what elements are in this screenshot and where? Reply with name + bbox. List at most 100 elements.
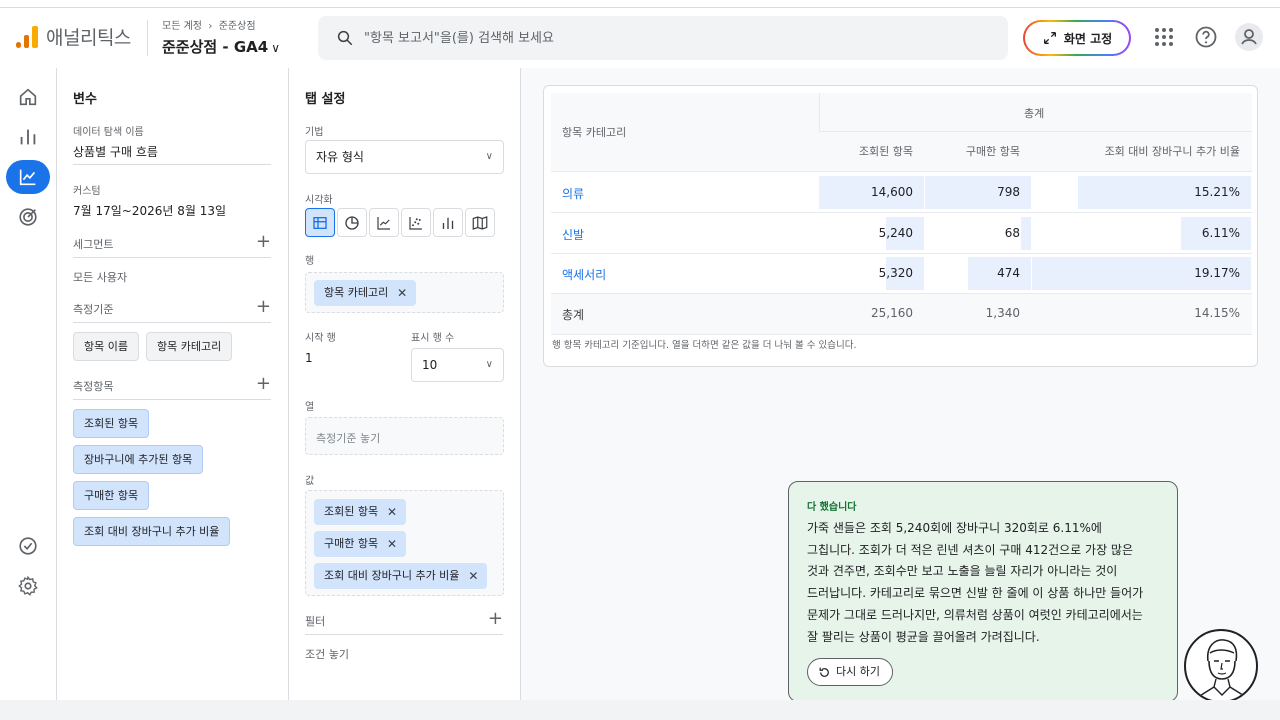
remove-x-icon[interactable]: ✕	[387, 531, 397, 557]
total-row: 총계 25,160 1,340 14.15%	[551, 294, 1252, 334]
tab-settings-title: 탭 설정	[305, 92, 346, 107]
cell-viewed: 14,600	[871, 185, 913, 199]
rows-label: 행	[305, 256, 315, 267]
column-header-ratio[interactable]: 조회 대비 장바구니 추가 비율	[1032, 143, 1240, 159]
metric-chip[interactable]: 장바구니에 추가된 항목	[73, 445, 204, 474]
row-dimension-header[interactable]: 항목 카테고리	[562, 124, 626, 140]
search-input[interactable]	[364, 16, 984, 60]
header-split	[819, 93, 820, 132]
segment-all-users[interactable]: 모든 사용자	[73, 269, 271, 287]
refresh-icon	[819, 667, 829, 677]
nav-explore[interactable]	[6, 160, 50, 194]
segments-divider	[73, 257, 271, 258]
row-category-link[interactable]: 신발	[562, 226, 584, 243]
nav-home[interactable]	[6, 80, 50, 114]
vis-donut[interactable]	[337, 208, 367, 237]
analytics-logo-icon[interactable]	[16, 26, 38, 48]
nav-advertising[interactable]	[6, 200, 50, 234]
remove-x-icon[interactable]: ✕	[468, 563, 478, 589]
row-chip[interactable]: 항목 카테고리 ✕	[314, 280, 417, 306]
column-header-viewed[interactable]: 조회된 항목	[819, 143, 913, 159]
vis-table[interactable]	[305, 208, 335, 237]
date-range-field[interactable]: 7월 17일~2026년 8월 13일	[73, 202, 226, 219]
metrics-section: 측정항목 +	[73, 375, 271, 396]
help-icon[interactable]	[1194, 25, 1218, 49]
apps-grid-icon[interactable]	[1152, 25, 1176, 49]
assistant-line: 가죽 샌들은 조회 5,240회에 장바구니 320회로 6.11%에	[807, 521, 1102, 535]
cell-purchased: 68	[1004, 226, 1020, 240]
row-category-link[interactable]: 액세서리	[562, 266, 606, 283]
columns-placeholder: 측정기준 놓기	[316, 432, 381, 445]
variables-panel: 변수 데이터 탐색 이름 상품별 구매 흐름 커스텀 7월 17일~2026년 …	[57, 68, 289, 700]
cell-viewed: 5,240	[878, 226, 913, 240]
vis-scatter[interactable]	[401, 208, 431, 237]
values-dropzone[interactable]: 조회된 항목 ✕ 구매한 항목 ✕ 조회 대비 장바구니 추가 비율 ✕	[305, 490, 504, 596]
metric-chip[interactable]: 구매한 항목	[73, 481, 150, 510]
breadcrumb-root: 모든 계정	[162, 21, 202, 32]
exploration-name-field[interactable]: 상품별 구매 흐름	[73, 143, 158, 160]
breadcrumb-child: 준준상점	[218, 21, 256, 32]
total-label: 총계	[562, 308, 585, 322]
value-chip-label: 조회 대비 장바구니 추가 비율	[324, 569, 460, 582]
assistant-line: 잘 팔리는 상품이 평균을 끌어올려 가려집니다.	[807, 629, 1040, 644]
nav-admin[interactable]	[6, 569, 50, 603]
metrics-divider	[73, 399, 271, 400]
retry-button[interactable]: 다시 하기	[807, 658, 893, 686]
filters-section: 필터 +	[305, 610, 503, 631]
nav-reports[interactable]	[6, 120, 50, 154]
cell-ratio: 15.21%	[1194, 185, 1240, 199]
dimension-chip[interactable]: 항목 카테고리	[146, 332, 233, 361]
search-icon	[337, 30, 353, 46]
table-row[interactable]: 의류 14,600 798 15.21%	[544, 172, 1259, 213]
table-icon	[313, 216, 327, 229]
remove-x-icon[interactable]: ✕	[387, 499, 397, 525]
assistant-response-card: 다 했습니다 가죽 샌들은 조회 5,240회에 장바구니 320회로 6.11…	[788, 481, 1178, 702]
add-segment-plus-icon[interactable]: +	[256, 233, 271, 251]
value-chip[interactable]: 구매한 항목 ✕	[314, 531, 407, 557]
variables-title: 변수	[73, 92, 97, 107]
remove-x-icon[interactable]: ✕	[397, 280, 407, 306]
visualization-options	[305, 208, 495, 237]
dimension-chip[interactable]: 항목 이름	[73, 332, 139, 361]
metric-chip[interactable]: 조회된 항목	[73, 409, 150, 438]
value-chip-label: 조회된 항목	[324, 505, 379, 518]
nav-insights[interactable]	[6, 529, 50, 563]
technique-select[interactable]: 자유 형식 ∨	[305, 140, 504, 174]
start-row-field[interactable]: 1	[305, 351, 313, 365]
add-filter-plus-icon[interactable]: +	[488, 610, 503, 628]
vis-geo-map[interactable]	[465, 208, 495, 237]
column-header-purchased[interactable]: 구매한 항목	[925, 143, 1020, 159]
account-breadcrumb[interactable]: 모든 계정 › 준준상점	[162, 17, 256, 32]
value-chip[interactable]: 조회 대비 장바구니 추가 비율 ✕	[314, 563, 488, 589]
row-category-link[interactable]: 의류	[562, 185, 584, 202]
pin-screen-button[interactable]: 화면 고정	[1023, 20, 1131, 56]
freeform-table-card: 항목 카테고리 총계 조회된 항목 구매한 항목 조회 대비 장바구니 추가 비…	[543, 85, 1258, 367]
search-bar[interactable]	[318, 16, 1008, 60]
map-icon	[472, 215, 488, 230]
rows-dropzone[interactable]: 항목 카테고리 ✕	[305, 272, 504, 313]
metric-chip[interactable]: 조회 대비 장바구니 추가 비율	[73, 517, 231, 546]
assistant-message: 가죽 샌들은 조회 5,240회에 장바구니 320회로 6.11%에 그칩니다…	[807, 518, 1167, 648]
table-row[interactable]: 신발 5,240 68 6.11%	[544, 213, 1259, 254]
window-top-edge	[0, 0, 1280, 8]
add-dimension-plus-icon[interactable]: +	[256, 298, 271, 316]
app-name[interactable]: 애널리틱스	[46, 23, 131, 50]
filters-placeholder[interactable]: 조건 놓기	[305, 646, 503, 664]
home-icon	[19, 88, 37, 106]
show-rows-select[interactable]: 10 ∨	[411, 348, 504, 382]
account-avatar-icon[interactable]	[1235, 23, 1263, 51]
chevron-down-icon: ∨	[485, 359, 493, 370]
add-metric-plus-icon[interactable]: +	[256, 375, 271, 393]
assistant-avatar[interactable]	[1184, 629, 1258, 703]
bottom-bar	[0, 700, 1280, 720]
property-selector[interactable]: 준준상점 - GA4 ∨	[162, 36, 280, 57]
segments-label: 세그먼트	[73, 238, 114, 251]
table-row[interactable]: 액세서리 5,320 474 19.17%	[544, 253, 1259, 294]
gear-icon	[18, 575, 38, 596]
total-purchased: 1,340	[985, 306, 1020, 320]
value-chip[interactable]: 조회된 항목 ✕	[314, 499, 407, 525]
vis-bar[interactable]	[433, 208, 463, 237]
heatmap-bar	[1021, 217, 1031, 250]
columns-dropzone[interactable]: 측정기준 놓기	[305, 417, 504, 455]
vis-line[interactable]	[369, 208, 399, 237]
